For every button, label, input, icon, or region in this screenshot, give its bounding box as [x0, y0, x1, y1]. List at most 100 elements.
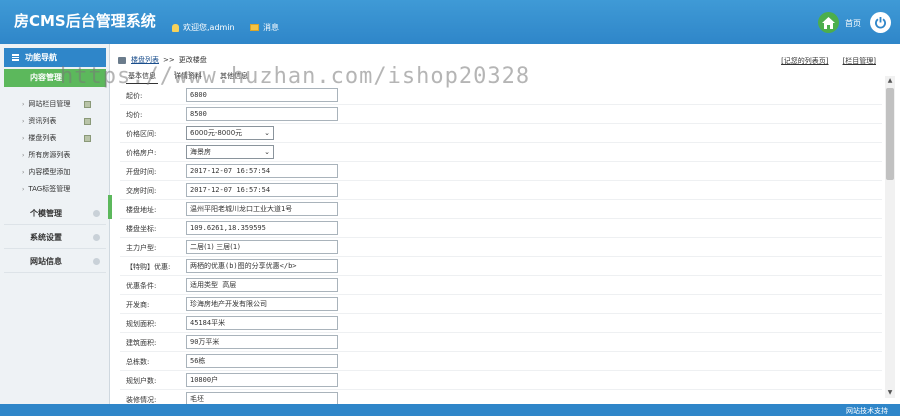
sidebar-item-news-list[interactable]: › 资讯列表 — [22, 116, 102, 126]
home-link[interactable]: 首页 — [845, 18, 861, 29]
tab-other-info[interactable]: 其他信息 — [218, 69, 250, 84]
location-icon — [118, 56, 126, 64]
logout-power-icon[interactable] — [870, 12, 891, 33]
message-text: 消息 — [263, 23, 279, 32]
select-value: 海景房 — [190, 148, 211, 156]
field-label: 规划户数: — [126, 377, 157, 385]
field-label: 起价: — [126, 92, 143, 100]
home-icon[interactable] — [818, 12, 839, 33]
coordinates-input[interactable]: 109.6261,18.359595 — [186, 221, 338, 235]
field-label: 【特购】优惠: — [126, 263, 171, 271]
sidebar-item-label: 所有房源列表 — [28, 151, 71, 159]
property-type-select[interactable]: 海景房 ⌄ — [186, 145, 274, 159]
planned-units-input[interactable]: 10800户 — [186, 373, 338, 387]
form-row: 优惠条件: 适用类型 高层 — [120, 276, 882, 295]
open-date-input[interactable]: 2017-12-07 16:57:54 — [186, 164, 338, 178]
scroll-down-arrow-icon[interactable]: ▼ — [885, 388, 895, 398]
breadcrumb-separator: >> — [163, 56, 175, 64]
form-row: 主力户型: 二居(1) 三居(1) — [120, 238, 882, 257]
sidebar-group-site-info[interactable]: 网站信息 — [4, 251, 106, 273]
total-buildings-input[interactable]: 56栋 — [186, 354, 338, 368]
form-row: 规划面积: 45184平米 — [120, 314, 882, 333]
field-label: 主力户型: — [126, 244, 157, 252]
sidebar-item-tag-manage[interactable]: › TAG标签管理 — [22, 184, 102, 194]
scroll-thumb[interactable] — [886, 88, 894, 180]
sidebar-item-building-list[interactable]: › 楼盘列表 — [22, 133, 102, 143]
field-label: 均价: — [126, 111, 143, 119]
field-label: 优惠条件: — [126, 282, 157, 290]
message-link[interactable]: 消息 — [250, 22, 279, 33]
sidebar-title-text: 功能导航 — [25, 53, 57, 62]
sidebar: 功能导航 内容管理 › 网站栏目管理 › 资讯列表 › 楼盘列表 › 所有房源列… — [0, 44, 110, 416]
sidebar-item-label: 楼盘列表 — [28, 134, 57, 142]
edit-icon[interactable] — [84, 100, 91, 108]
scroll-up-arrow-icon[interactable]: ▲ — [885, 76, 895, 86]
edit-icon[interactable] — [84, 117, 91, 125]
field-label: 价格房户: — [126, 149, 157, 157]
delivery-date-input[interactable]: 2017-12-07 16:57:54 — [186, 183, 338, 197]
form-row: 起价: 6800 — [120, 86, 882, 105]
avg-price-input[interactable]: 8500 — [186, 107, 338, 121]
select-value: 6000元-8000元 — [190, 129, 243, 137]
field-label: 交房时间: — [126, 187, 157, 195]
welcome-text: 欢迎您,admin — [183, 23, 235, 32]
chevron-down-icon: ⌄ — [264, 129, 270, 137]
main-layout-options[interactable]: 二居(1) 三居(1) — [186, 240, 338, 254]
chevron-right-icon: › — [22, 168, 25, 176]
menu-icon — [12, 54, 19, 61]
layout-options-text: 二居(1) 三居(1) — [190, 243, 241, 251]
form-row: 楼盘坐标: 109.6261,18.359595 — [120, 219, 882, 238]
form-row: 规划户数: 10800户 — [120, 371, 882, 390]
sidebar-item-content-model[interactable]: › 内容模型添加 — [22, 167, 102, 177]
form-row: 开发商: 珍海房地产开发有限公司 — [120, 295, 882, 314]
breadcrumb: 楼盘列表 >> 更改楼盘 — [118, 55, 207, 65]
form-row: 价格房户: 海景房 ⌄ — [120, 143, 882, 162]
expand-icon — [93, 258, 100, 265]
footer: 网站技术支持 — [0, 404, 900, 416]
chevron-right-icon: › — [22, 100, 25, 108]
sidebar-group-module[interactable]: 个模管理 — [4, 203, 106, 225]
start-price-input[interactable]: 6800 — [186, 88, 338, 102]
form-row: 【特购】优惠: 两栖的优惠(b)图的分享优惠</b> — [120, 257, 882, 276]
form-row: 交房时间: 2017-12-07 16:57:54 — [120, 181, 882, 200]
edit-icon[interactable] — [84, 134, 91, 142]
top-links: [记您的列表页] [栏目管理] — [767, 56, 876, 66]
price-range-select[interactable]: 6000元-8000元 ⌄ — [186, 126, 274, 140]
edit-form: 起价: 6800 均价: 8500 价格区间: 6000元-8000元 ⌄ 价格… — [120, 86, 882, 409]
sidebar-item-all-listings[interactable]: › 所有房源列表 — [22, 150, 102, 160]
address-input[interactable]: 温州平阳老城川龙口工业大道1号 — [186, 202, 338, 216]
sidebar-item-label: 资讯列表 — [28, 117, 57, 125]
form-row: 均价: 8500 — [120, 105, 882, 124]
form-row: 价格区间: 6000元-8000元 ⌄ — [120, 124, 882, 143]
building-area-input[interactable]: 90万平米 — [186, 335, 338, 349]
sidebar-item-label: TAG标签管理 — [28, 185, 71, 193]
sidebar-group-content[interactable]: 内容管理 — [4, 69, 106, 87]
column-manage-link[interactable]: [栏目管理] — [843, 56, 876, 66]
expand-icon — [93, 210, 100, 217]
sidebar-group-label: 网站信息 — [30, 257, 62, 266]
sidebar-group-system[interactable]: 系统设置 — [4, 227, 106, 249]
vertical-scrollbar[interactable]: ▲ ▼ — [885, 76, 895, 398]
discount-input[interactable]: 两栖的优惠(b)图的分享优惠</b> — [186, 259, 338, 273]
sidebar-item-column-manage[interactable]: › 网站栏目管理 — [22, 99, 102, 109]
sidebar-group-label: 个模管理 — [30, 209, 62, 218]
breadcrumb-link[interactable]: 楼盘列表 — [131, 55, 159, 65]
field-label: 开盘时间: — [126, 168, 157, 176]
tab-basic-info[interactable]: 基本信息 — [126, 69, 158, 84]
planned-area-input[interactable]: 45184平米 — [186, 316, 338, 330]
footer-text: 网站技术支持 — [846, 407, 888, 415]
chevron-right-icon: › — [22, 185, 25, 193]
field-label: 总栋数: — [126, 358, 150, 366]
tab-details[interactable]: 详情资料 — [172, 69, 204, 84]
user-icon — [172, 23, 179, 32]
top-header: 房CMS后台管理系统 欢迎您,admin 消息 首页 — [0, 0, 900, 44]
sidebar-group-label: 系统设置 — [30, 233, 62, 242]
field-label: 价格区间: — [126, 130, 157, 138]
chevron-right-icon: › — [22, 134, 25, 142]
developer-input[interactable]: 珍海房地产开发有限公司 — [186, 297, 338, 311]
field-label: 楼盘坐标: — [126, 225, 157, 233]
discount-condition-input[interactable]: 适用类型 高层 — [186, 278, 338, 292]
list-page-link[interactable]: [记您的列表页] — [781, 56, 828, 66]
app-logo: 房CMS后台管理系统 — [14, 12, 156, 30]
welcome-link[interactable]: 欢迎您,admin — [172, 22, 235, 33]
